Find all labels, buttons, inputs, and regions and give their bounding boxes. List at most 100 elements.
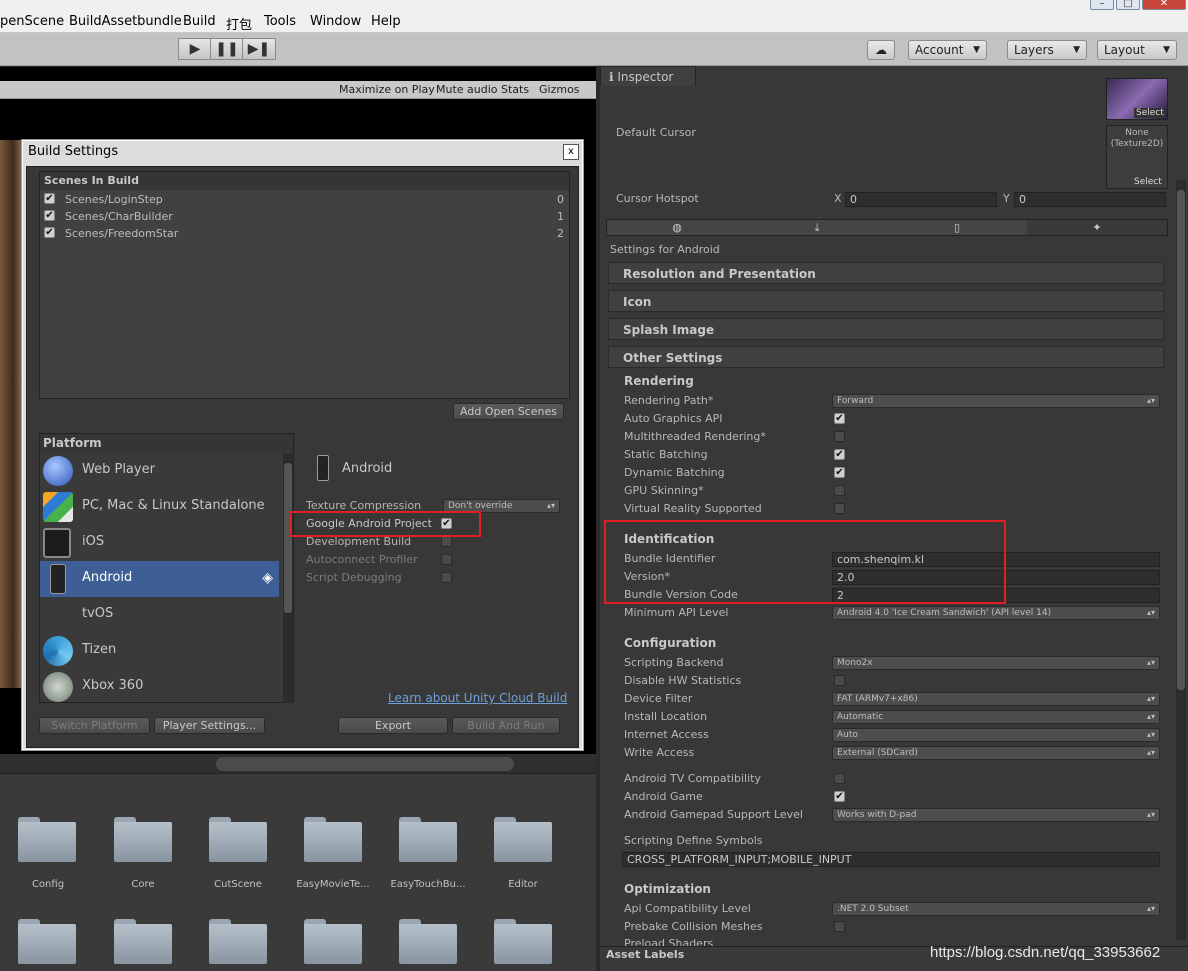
scripting-backend-dropdown[interactable]: Mono2x ▴▾ [832,656,1160,670]
gpu-skinning-checkbox[interactable] [834,485,845,496]
gamepad-support-dropdown[interactable]: Works with D-pad ▴▾ [832,808,1160,822]
development-build-checkbox[interactable] [441,536,452,547]
define-symbols-input[interactable]: CROSS_PLATFORM_INPUT;MOBILE_INPUT [622,852,1160,867]
folder-icon[interactable] [114,919,172,964]
menu-openscene[interactable]: penScene [0,14,64,29]
folder-icon[interactable] [209,919,267,964]
folder-icon[interactable] [399,919,457,964]
scene-checkbox[interactable]: ✔ [44,193,55,204]
close-icon[interactable]: x [563,144,579,160]
add-open-scenes-button[interactable]: Add Open Scenes [453,403,564,420]
scene-row[interactable]: ✔ Scenes/LoginStep 0 [44,192,564,208]
minimize-button[interactable]: – [1090,0,1114,10]
platform-item-ios[interactable]: iOS [40,525,279,561]
menu-buildassetbundle[interactable]: BuildAssetbundle [69,14,182,29]
folder-icon[interactable] [304,919,362,964]
android-phone-icon [317,455,329,481]
internet-access-dropdown[interactable]: Auto ▴▾ [832,728,1160,742]
platform-item-tizen[interactable]: Tizen [40,633,279,669]
android-game-checkbox[interactable]: ✔ [834,791,845,802]
minimum-api-dropdown[interactable]: Android 4.0 'Ice Cream Sandwich' (API le… [832,606,1160,620]
play-button[interactable]: ▶ [178,38,212,60]
static-batching-checkbox[interactable]: ✔ [834,449,845,460]
vr-supported-checkbox[interactable] [834,503,845,514]
android-phone-icon [50,564,66,594]
autoconnect-profiler-checkbox[interactable] [441,554,452,565]
folder-icon[interactable] [494,817,552,862]
folder-icon[interactable] [18,919,76,964]
menu-build[interactable]: Build [183,14,216,29]
tv-compat-checkbox[interactable] [834,773,845,784]
folder-icon[interactable] [494,919,552,964]
stats-toggle[interactable]: Stats [501,83,529,96]
tab-android-icon[interactable]: ✦ [1027,220,1167,235]
menu-help[interactable]: Help [371,14,401,29]
menu-dabao[interactable]: 打包 [226,14,252,33]
cloud-build-link[interactable]: Learn about Unity Cloud Build [388,691,567,705]
gamepad-support-value: Works with D-pad [837,810,917,820]
platform-scrollbar[interactable] [283,453,293,703]
dynamic-batching-checkbox[interactable]: ✔ [834,467,845,478]
rendering-path-dropdown[interactable]: Forward ▴▾ [832,394,1160,408]
prebake-checkbox[interactable] [834,921,845,932]
menu-window[interactable]: Window [310,14,361,29]
multithreaded-checkbox[interactable] [834,431,845,442]
folder-icon[interactable] [114,817,172,862]
scene-checkbox[interactable]: ✔ [44,227,55,238]
export-button[interactable]: Export [338,717,448,734]
maximize-on-play-toggle[interactable]: Maximize on Play [339,83,435,96]
device-filter-dropdown[interactable]: FAT (ARMv7+x86) ▴▾ [832,692,1160,706]
chevron-down-icon: ▼ [1073,45,1080,55]
chevron-down-icon: ▴▾ [1146,658,1155,667]
install-location-dropdown[interactable]: Automatic ▴▾ [832,710,1160,724]
platform-label: Android [82,570,133,585]
define-symbols-label: Scripting Define Symbols [624,834,763,847]
scene-checkbox[interactable]: ✔ [44,210,55,221]
pause-button[interactable]: ❚❚ [210,38,244,60]
platform-item-android[interactable]: Android ◈ [40,561,279,597]
inspector-scrollbar[interactable] [1176,180,1186,940]
menu-tools[interactable]: Tools [264,14,296,29]
script-debugging-checkbox[interactable] [441,572,452,583]
tab-standalone-download-icon[interactable]: ⤓ [747,220,887,235]
platform-item-web-player[interactable]: Web Player [40,453,279,489]
step-button[interactable]: ▶❚ [242,38,276,60]
tab-webplayer-globe-icon[interactable]: ◍ [607,220,747,235]
hotspot-y-input[interactable]: 0 [1014,192,1166,207]
maximize-button[interactable]: □ [1116,0,1140,10]
tab-ios-phone-icon[interactable]: ▯ [887,220,1027,235]
folder-icon[interactable] [209,817,267,862]
scene-row[interactable]: ✔ Scenes/FreedomStar 2 [44,226,564,242]
hotspot-x-input[interactable]: 0 [845,192,997,207]
api-compat-dropdown[interactable]: .NET 2.0 Subset ▴▾ [832,902,1160,916]
section-resolution[interactable]: Resolution and Presentation [608,262,1164,284]
section-icon[interactable]: Icon [608,290,1164,312]
layers-dropdown[interactable]: Layers ▼ [1007,40,1087,60]
gizmos-dropdown[interactable]: Gizmos [539,83,580,96]
select-texture-button[interactable]: Select [1134,177,1162,187]
tab-inspector[interactable]: ℹ Inspector [600,66,696,86]
platform-item-standalone[interactable]: PC, Mac & Linux Standalone [40,489,279,525]
folder-icon[interactable] [18,817,76,862]
write-access-dropdown[interactable]: External (SDCard) ▴▾ [832,746,1160,760]
build-and-run-button[interactable]: Build And Run [452,717,560,734]
select-texture-button[interactable]: Select [1134,108,1166,118]
close-window-button[interactable]: ✕ [1142,0,1186,10]
switch-platform-button[interactable]: Switch Platform [39,717,150,734]
chevron-down-icon: ▴▾ [1146,396,1155,405]
scene-row[interactable]: ✔ Scenes/CharBuilder 1 [44,209,564,225]
mute-audio-toggle[interactable]: Mute audio [436,83,498,96]
platform-item-xbox360[interactable]: Xbox 360 [40,669,279,705]
player-settings-button[interactable]: Player Settings... [154,717,265,734]
folder-icon[interactable] [304,817,362,862]
layout-dropdown[interactable]: Layout ▼ [1097,40,1177,60]
section-splash[interactable]: Splash Image [608,318,1164,340]
auto-graphics-checkbox[interactable]: ✔ [834,413,845,424]
account-dropdown[interactable]: Account ▼ [908,40,987,60]
section-other-settings[interactable]: Other Settings [608,346,1164,368]
disable-hw-checkbox[interactable] [834,675,845,686]
folder-icon[interactable] [399,817,457,862]
cloud-icon[interactable]: ☁ [867,40,895,60]
project-search-input[interactable] [216,757,514,771]
platform-item-tvos[interactable]: tvOS [40,597,279,633]
